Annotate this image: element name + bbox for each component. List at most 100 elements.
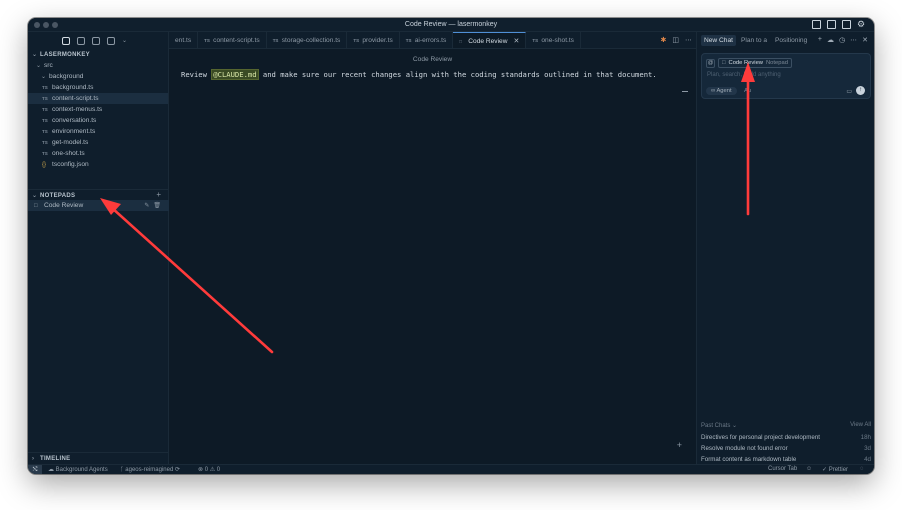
editor-tab[interactable]: TS one-shot.ts xyxy=(526,32,581,48)
file-item[interactable]: {} tsconfig.json xyxy=(28,159,168,170)
add-icon[interactable]: + xyxy=(677,440,682,450)
file-name: environment.ts xyxy=(52,128,96,135)
file-item[interactable]: TS one-shot.ts xyxy=(28,148,168,159)
typescript-file-icon: TS xyxy=(353,38,360,43)
chevron-down-icon[interactable]: ⌄ xyxy=(122,37,127,44)
past-chat-item[interactable]: Resolve module not found error 3d xyxy=(701,445,871,452)
file-name: conversation.ts xyxy=(52,117,97,124)
past-chat-age: 4d xyxy=(864,456,871,463)
cursor-tab-item[interactable]: Cursor Tab xyxy=(768,466,797,472)
json-file-icon: {} xyxy=(42,161,47,168)
chevron-right-icon: › xyxy=(32,455,35,462)
past-chat-item[interactable]: Directives for personal project developm… xyxy=(701,434,871,441)
file-item[interactable]: TS environment.ts xyxy=(28,126,168,137)
close-icon[interactable]: ✕ xyxy=(862,36,868,44)
prettier-item[interactable]: ✓ Prettier xyxy=(822,466,848,473)
file-item[interactable]: TS background.ts xyxy=(28,82,168,93)
file-name: content-script.ts xyxy=(52,95,99,102)
more-actions-icon[interactable]: ⋯ xyxy=(850,36,857,44)
chevron-down-icon: ⌄ xyxy=(41,74,47,80)
file-mention[interactable]: @CLAUDE.md xyxy=(211,69,259,80)
editor-tab[interactable]: TS ai-errors.ts xyxy=(400,32,454,48)
typescript-file-icon: TS xyxy=(272,38,279,43)
source-control-icon[interactable] xyxy=(92,36,100,45)
bug-icon[interactable]: ✱ xyxy=(661,36,667,44)
trash-icon[interactable]: 🗑 xyxy=(153,202,161,209)
folder-background[interactable]: ⌄ background xyxy=(28,71,168,82)
chat-tab-new-chat[interactable]: New Chat xyxy=(701,35,736,46)
title-bar: Code Review — lasermonkey ⚙ xyxy=(28,18,874,32)
folder-src[interactable]: ⌄ src xyxy=(28,60,168,71)
notepad-content[interactable]: Review @CLAUDE.md and make sure our rece… xyxy=(181,69,657,80)
chevron-down-icon: ⌄ xyxy=(32,52,38,58)
tab-label: Code Review xyxy=(468,37,508,45)
close-tab-icon[interactable]: ✕ xyxy=(513,37,519,45)
notepad-item-code-review[interactable]: □ Code Review ✎ 🗑 xyxy=(28,200,169,211)
typescript-file-icon: TS xyxy=(42,118,48,123)
extensions-icon[interactable] xyxy=(107,36,115,45)
file-item[interactable]: TS content-script.ts xyxy=(28,93,168,104)
editor-tab[interactable]: □ Code Review ✕ xyxy=(453,32,527,48)
tab-label: one-shot.ts xyxy=(541,37,574,44)
context-chip-code-review[interactable]: □ Code Review Notepad xyxy=(718,58,792,68)
branch-item[interactable]: ᚴ ageos-reimagined ⟳ xyxy=(120,466,180,473)
chat-panel: New Chat Plan to a Positioning + ☁ ◷ ⋯ ✕… xyxy=(696,32,874,464)
history-icon[interactable]: ◷ xyxy=(839,36,845,44)
file-item[interactable]: TS context-menus.ts xyxy=(28,104,168,115)
problems-item[interactable]: ⊗ 0 ⚠ 0 xyxy=(198,466,220,473)
toggle-secondary-sidebar-icon[interactable] xyxy=(842,20,851,29)
file-item[interactable]: TS conversation.ts xyxy=(28,115,168,126)
chat-tab-plan[interactable]: Plan to a xyxy=(738,35,770,46)
tab-label: storage-collection.ts xyxy=(281,37,341,44)
timeline-header[interactable]: › TIMELINE xyxy=(28,453,169,464)
file-item[interactable]: TS get-model.ts xyxy=(28,137,168,148)
editor-tab[interactable]: TS provider.ts xyxy=(347,32,400,48)
copilot-icon[interactable]: ☺ xyxy=(806,466,812,472)
notifications-bell-icon[interactable]: ◌ xyxy=(860,466,864,472)
typescript-file-icon: TS xyxy=(405,38,412,43)
cloud-icon[interactable]: ☁ xyxy=(827,36,834,44)
typescript-file-icon: TS xyxy=(42,85,48,90)
toggle-panel-icon[interactable] xyxy=(827,20,836,29)
past-chat-item[interactable]: Format content as markdown table 4d xyxy=(701,456,871,463)
new-chat-plus-icon[interactable]: + xyxy=(818,36,822,44)
composer-placeholder[interactable]: Plan, search, build anything xyxy=(707,72,781,78)
split-editor-icon[interactable]: ◫ xyxy=(672,36,679,44)
file-name: background.ts xyxy=(52,84,94,91)
more-actions-icon[interactable]: ⋯ xyxy=(685,36,692,44)
editor-tab[interactable]: TS storage-collection.ts xyxy=(267,32,348,48)
chat-composer[interactable]: @ □ Code Review Notepad Plan, search, bu… xyxy=(701,53,871,99)
collapse-icon[interactable] xyxy=(682,91,688,92)
past-chats-header: Past Chats ⌄ View All xyxy=(701,422,871,429)
chevron-down-icon: ⌄ xyxy=(36,63,42,69)
edit-icon[interactable]: ✎ xyxy=(144,202,149,209)
file-name: one-shot.ts xyxy=(52,150,85,157)
editor-area[interactable]: Code Review Review @CLAUDE.md and make s… xyxy=(169,49,696,464)
editor-tab[interactable]: TS content-script.ts xyxy=(198,32,267,48)
past-chat-title: Directives for personal project developm… xyxy=(701,434,820,441)
chat-tab-positioning[interactable]: Positioning xyxy=(772,35,810,46)
image-icon[interactable]: ▭ xyxy=(846,88,852,95)
typescript-file-icon: TS xyxy=(532,38,539,43)
send-button[interactable]: ↑ xyxy=(856,86,865,95)
background-agents-item[interactable]: ☁ Background Agents xyxy=(48,466,108,473)
chevron-down-icon[interactable]: ⌄ xyxy=(732,423,737,429)
settings-gear-icon[interactable]: ⚙ xyxy=(857,20,866,29)
remote-icon[interactable]: ⤭ xyxy=(28,465,42,474)
project-header[interactable]: ⌄ LASERMONKEY xyxy=(28,49,168,60)
search-icon[interactable] xyxy=(77,36,85,45)
typescript-file-icon: TS xyxy=(204,38,210,43)
toggle-sidebar-icon[interactable] xyxy=(812,20,821,29)
mode-selector[interactable]: ∞ Agent xyxy=(706,87,737,95)
typescript-file-icon: TS xyxy=(42,140,48,145)
window-title: Code Review — lasermonkey xyxy=(404,21,498,28)
view-all-link[interactable]: View All xyxy=(850,422,871,428)
model-selector[interactable]: Au xyxy=(744,88,751,94)
past-chat-age: 3d xyxy=(864,445,871,452)
typescript-file-icon: TS xyxy=(42,96,48,101)
sidebar-toolbar: ⌄ xyxy=(28,32,168,49)
add-notepad-icon[interactable]: + xyxy=(156,190,161,199)
add-context-icon[interactable]: @ xyxy=(706,58,715,68)
explorer-icon[interactable] xyxy=(62,36,70,45)
editor-tab[interactable]: ent.ts xyxy=(169,32,199,48)
